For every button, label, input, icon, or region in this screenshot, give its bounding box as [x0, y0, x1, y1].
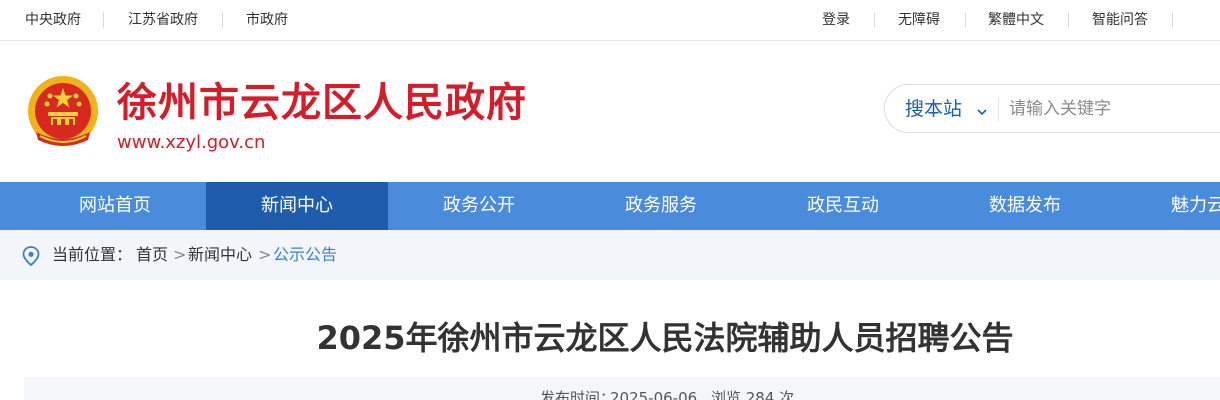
breadcrumb-announcements[interactable]: 公示公告 — [273, 245, 337, 265]
divider — [103, 12, 104, 28]
divider — [222, 12, 223, 28]
breadcrumb-separator: > — [173, 245, 187, 264]
breadcrumb-home[interactable]: 首页 — [136, 245, 168, 265]
nav-item-data-release[interactable]: 数据发布 — [934, 182, 1116, 230]
breadcrumb-separator: > — [258, 245, 272, 264]
nav-item-government-affairs-disclosure[interactable]: 政务公开 — [388, 182, 570, 230]
site-url[interactable]: www.xzyl.gov.cn — [117, 132, 265, 154]
nav-item-public-interaction[interactable]: 政民互动 — [752, 182, 934, 230]
breadcrumb-label: 当前位置： — [52, 245, 133, 264]
link-central-government[interactable]: 中央政府 — [25, 11, 81, 29]
location-pin-icon — [22, 246, 40, 267]
main-nav: 网站首页 新闻中心 政务公开 政务服务 政民互动 数据发布 魅力云龙 — [0, 182, 1220, 230]
divider — [998, 97, 999, 121]
top-utility-bar: 中央政府 江苏省政府 市政府 登录 无障碍 繁體中文 智能问答 — [0, 0, 1220, 41]
divider — [1068, 12, 1069, 28]
login-link[interactable]: 登录 — [822, 11, 850, 29]
published-date: 2025-06-06 — [610, 389, 698, 400]
article-title: 2025年徐州市云龙区人民法院辅助人员招聘公告 — [316, 319, 1014, 357]
traditional-chinese-link[interactable]: 繁體中文 — [988, 11, 1044, 29]
accessibility-link[interactable]: 无障碍 — [898, 11, 940, 29]
nav-item-government-services[interactable]: 政务服务 — [570, 182, 752, 230]
link-jiangsu-government[interactable]: 江苏省政府 — [128, 11, 198, 29]
search-box: 搜本站 — [884, 84, 1220, 133]
smart-qa-link[interactable]: 智能问答 — [1092, 11, 1148, 29]
site-title[interactable]: 徐州市云龙区人民政府 — [117, 78, 527, 128]
link-city-government[interactable]: 市政府 — [246, 11, 288, 29]
search-scope-dropdown[interactable]: 搜本站 — [905, 97, 962, 121]
divider — [1172, 12, 1173, 28]
nav-item-news-center[interactable]: 新闻中心 — [206, 182, 388, 230]
nav-item-home[interactable]: 网站首页 — [24, 182, 206, 230]
breadcrumb-news-center[interactable]: 新闻中心 — [188, 245, 252, 265]
nav-item-charm-yunlong[interactable]: 魅力云龙 — [1116, 182, 1220, 230]
published-label: 发布时间： — [540, 389, 616, 400]
search-input[interactable] — [1009, 93, 1209, 125]
national-emblem-icon — [26, 74, 100, 152]
article-meta-bar: 发布时间： 2025-06-06 浏览 284 次 — [24, 377, 1220, 400]
chevron-down-icon[interactable] — [977, 102, 987, 116]
divider — [874, 12, 875, 28]
breadcrumb: 当前位置： 首页 > 新闻中心 > 公示公告 — [0, 230, 1220, 280]
divider — [965, 12, 966, 28]
view-count: 浏览 284 次 — [711, 389, 795, 400]
